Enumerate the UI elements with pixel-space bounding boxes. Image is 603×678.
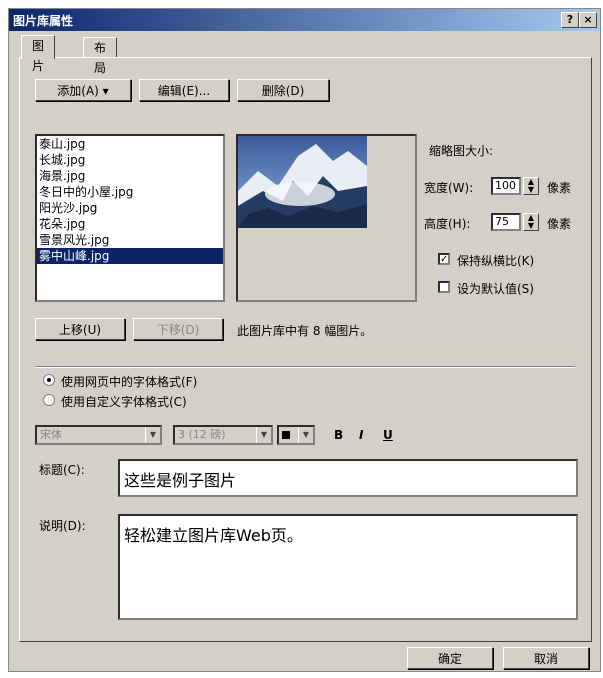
cancel-button[interactable]: 取消 (503, 647, 589, 669)
ok-button[interactable]: 确定 (407, 647, 493, 669)
thumbnail-size-heading: 缩略图大小: (429, 144, 494, 158)
tab-pictures[interactable]: 图片 (21, 35, 56, 73)
add-button[interactable]: 添加(A) ▾ (35, 79, 131, 101)
title-bar: 图片库属性 ? × (9, 9, 600, 31)
italic-button[interactable]: I (359, 428, 363, 442)
divider (35, 366, 575, 368)
font-size-value: 3 (12 磅) (178, 428, 226, 441)
dialog-window: 图片库属性 ? × 图片 布局 添加(A) ▾ 编辑(E)... 删除(D) 泰… (8, 8, 601, 672)
close-button[interactable]: × (579, 12, 597, 28)
caption-label: 标题(C): (39, 463, 85, 477)
move-up-button[interactable]: 上移(U) (35, 318, 125, 340)
image-list[interactable]: 泰山.jpg 长城.jpg 海景.jpg 冬日中的小屋.jpg 阳光沙.jpg … (35, 134, 225, 302)
chevron-down-icon: ▼ (298, 427, 313, 443)
thumbnail-image (238, 136, 367, 228)
delete-button[interactable]: 删除(D) (237, 79, 329, 101)
tab-layout[interactable]: 布局 (83, 37, 118, 75)
edit-button[interactable]: 编辑(E)... (139, 79, 229, 101)
width-label: 宽度(W): (424, 181, 474, 195)
custom-font-radio[interactable] (43, 394, 55, 406)
bold-button[interactable]: B (334, 428, 343, 442)
font-face-select[interactable]: 宋体 ▼ (35, 425, 162, 445)
height-input[interactable]: 75 (491, 213, 521, 231)
width-input[interactable]: 100 (491, 177, 521, 195)
list-item[interactable]: 冬日中的小屋.jpg (37, 184, 223, 200)
underline-button[interactable]: U (383, 428, 393, 442)
height-unit: 像素 (547, 217, 572, 231)
list-item[interactable]: 雪景风光.jpg (37, 232, 223, 248)
move-down-button[interactable]: 下移(D) (133, 318, 223, 340)
font-color-select[interactable]: ▼ (277, 425, 315, 445)
page-font-radio[interactable] (43, 374, 55, 386)
help-button[interactable]: ? (561, 12, 579, 28)
height-label: 高度(H): (424, 217, 471, 231)
list-item[interactable]: 海景.jpg (37, 168, 223, 184)
default-label: 设为默认值(S) (457, 282, 534, 296)
keep-ratio-label: 保持纵横比(K) (457, 254, 535, 268)
width-spinner[interactable]: ▲ ▼ (523, 177, 539, 195)
list-item-selected[interactable]: 雾中山峰.jpg (37, 248, 223, 264)
width-unit: 像素 (547, 181, 572, 195)
caption-input[interactable]: 这些是例子图片 (118, 459, 578, 497)
image-count-text: 此图片库中有 8 幅图片。 (237, 324, 373, 338)
list-item[interactable]: 阳光沙.jpg (37, 200, 223, 216)
list-item[interactable]: 花朵.jpg (37, 216, 223, 232)
description-input[interactable]: 轻松建立图片库Web页。 (118, 514, 578, 620)
default-checkbox[interactable] (438, 281, 450, 293)
chevron-down-icon: ▼ (145, 427, 160, 443)
chevron-down-icon: ▼ (256, 427, 271, 443)
font-size-select[interactable]: 3 (12 磅) ▼ (173, 425, 273, 445)
list-item[interactable]: 长城.jpg (37, 152, 223, 168)
dialog-title: 图片库属性 (13, 14, 74, 28)
description-label: 说明(D): (39, 519, 86, 533)
preview-pane (236, 134, 417, 302)
custom-font-label: 使用自定义字体格式(C) (61, 395, 187, 409)
color-swatch-icon (282, 431, 290, 439)
font-face-value: 宋体 (40, 428, 62, 441)
page-font-label: 使用网页中的字体格式(F) (61, 375, 198, 389)
height-spinner[interactable]: ▲ ▼ (523, 213, 539, 231)
keep-ratio-checkbox[interactable]: ✓ (438, 253, 450, 265)
list-item[interactable]: 泰山.jpg (37, 136, 223, 152)
